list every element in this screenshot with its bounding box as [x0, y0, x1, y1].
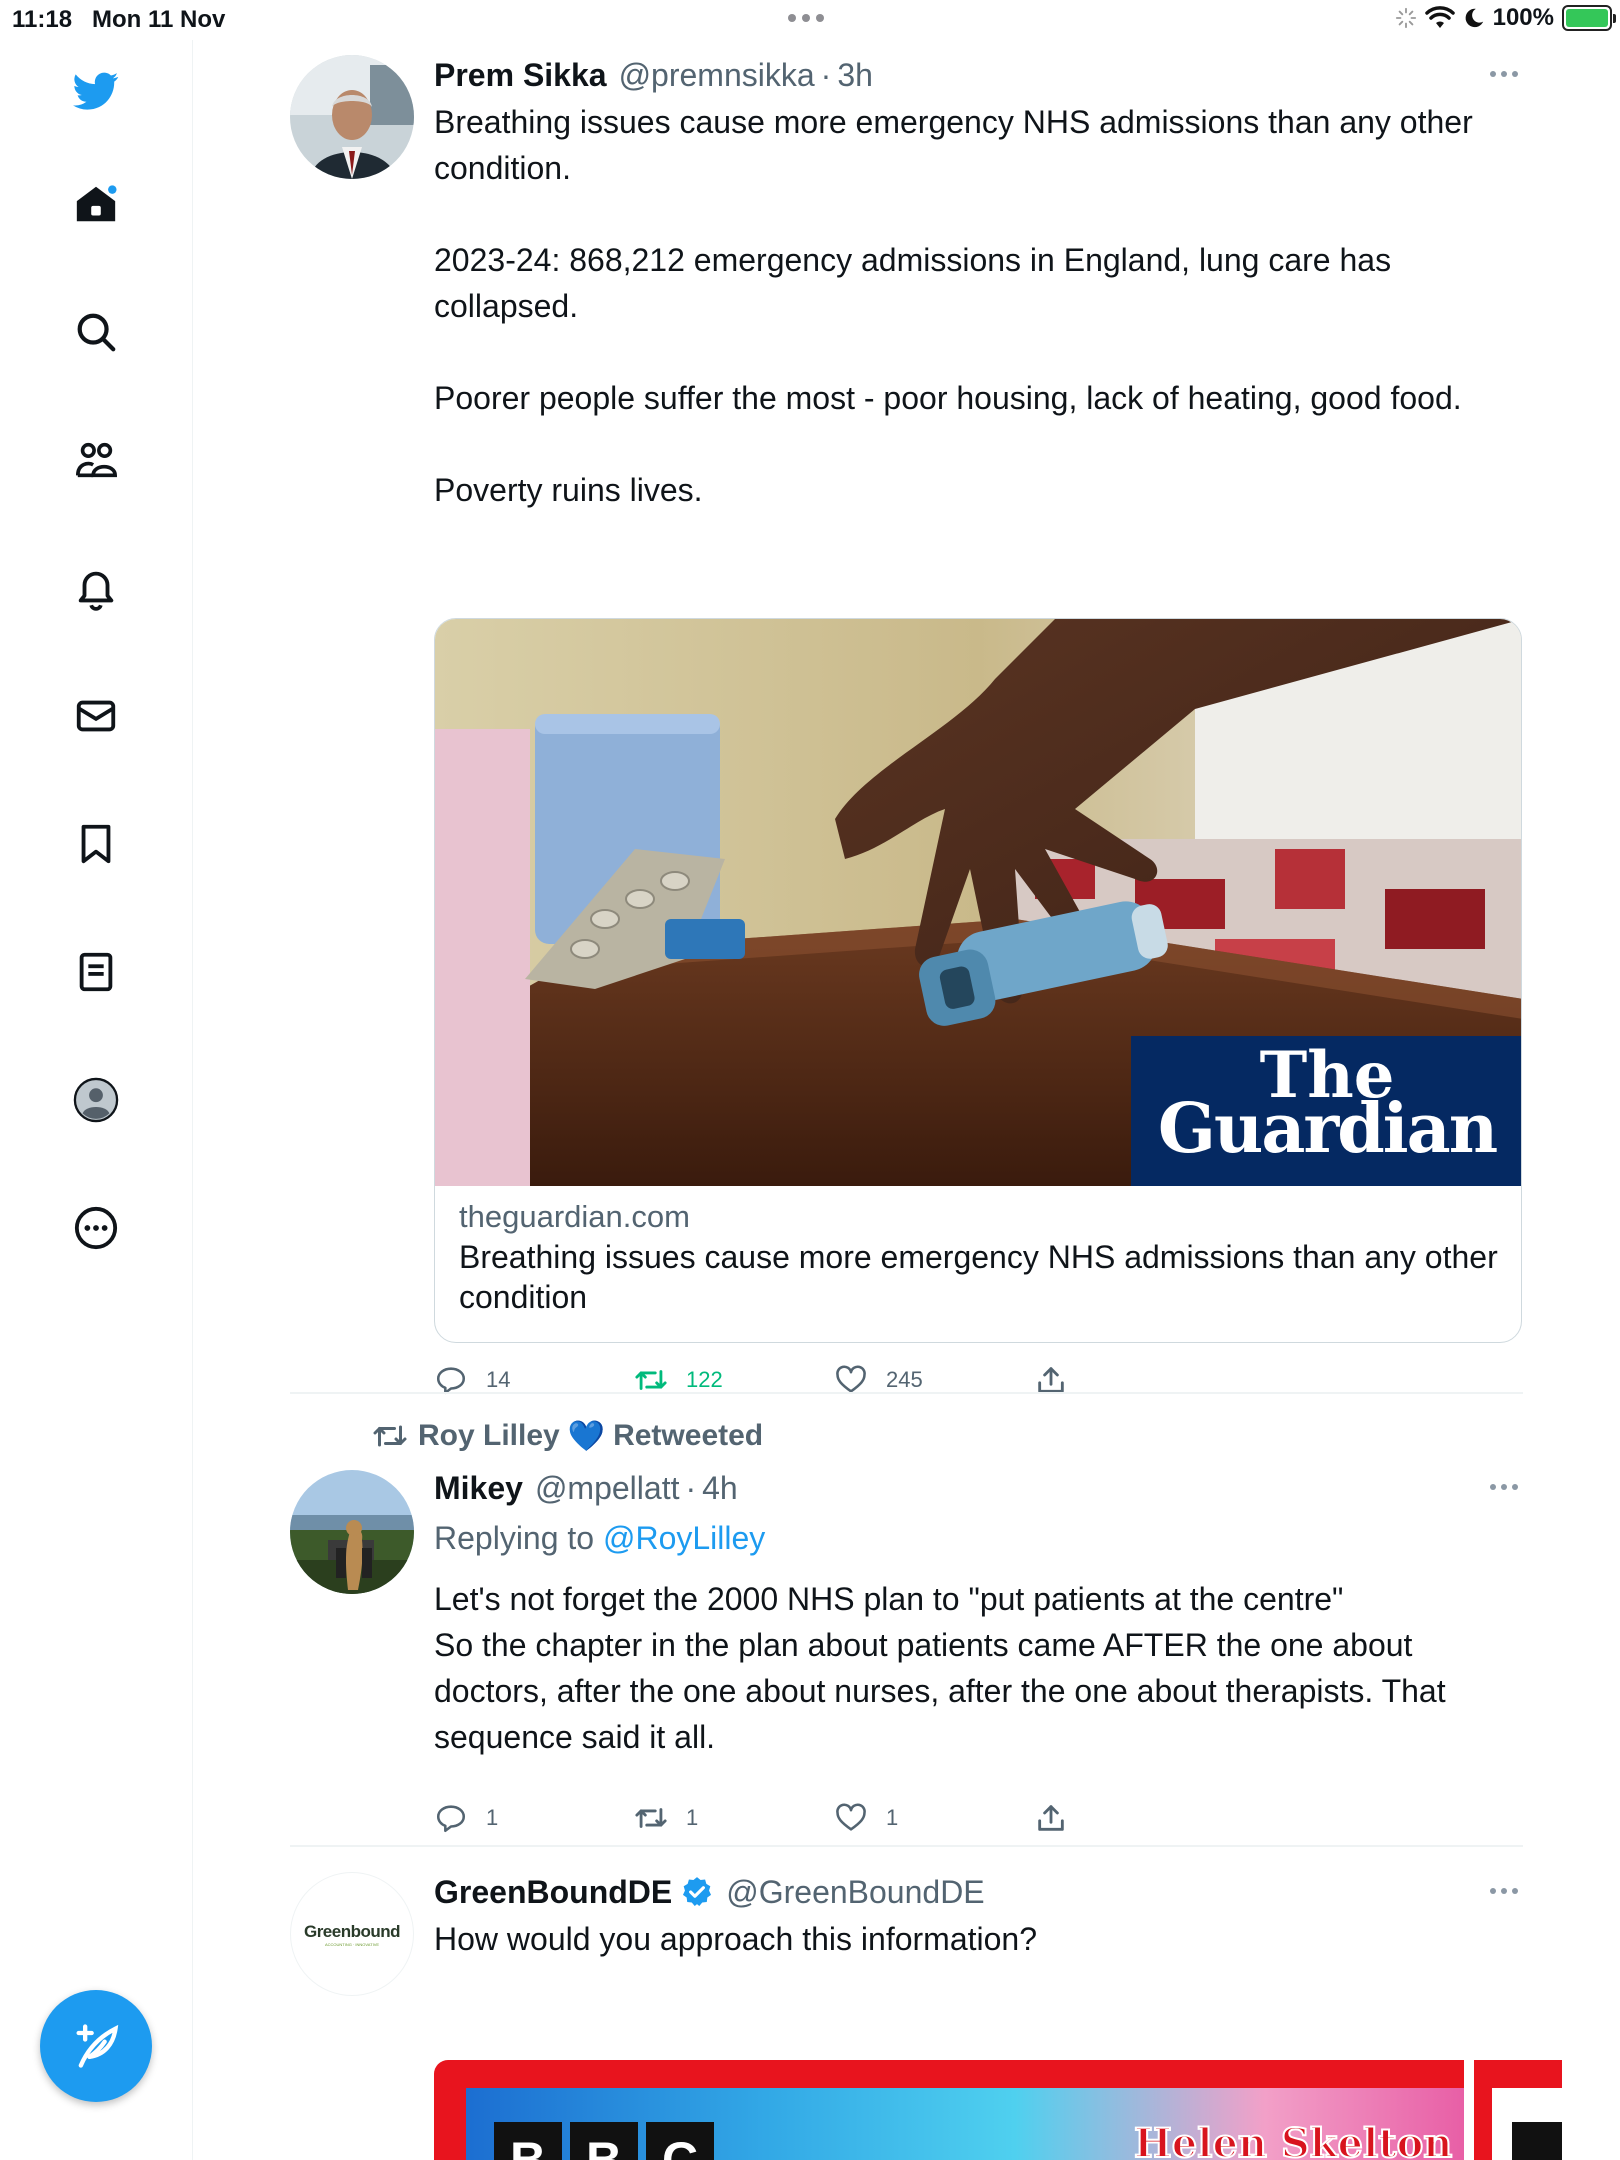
more-options-icon[interactable] — [1484, 1472, 1524, 1502]
profile-icon[interactable] — [60, 1064, 132, 1136]
link-card-title: Breathing issues cause more emergency NH… — [459, 1239, 1498, 1315]
bookmark-icon[interactable] — [60, 808, 132, 880]
replying-to-prefix: Replying to — [434, 1520, 595, 1556]
retweet-context[interactable]: Roy Lilley 💙 Retweeted — [370, 1418, 763, 1454]
tweet-actions: 14 122 245 — [434, 1358, 1134, 1402]
moon-icon — [1465, 8, 1483, 28]
tweet-text: Breathing issues cause more emergency NH… — [434, 104, 1473, 508]
share-button[interactable] — [1034, 1796, 1068, 1840]
tweet-text: How would you approach this information? — [434, 1921, 1037, 1957]
status-time: 11:18 — [12, 6, 73, 33]
retweet-context-icon — [373, 1425, 407, 1447]
search-icon[interactable] — [60, 296, 132, 368]
wifi-icon — [1424, 6, 1455, 28]
retweet-count: 122 — [686, 1367, 723, 1392]
like-count: 1 — [886, 1805, 899, 1830]
tweet-divider — [290, 1392, 1523, 1394]
reply-button[interactable]: 1 — [434, 1796, 498, 1840]
avatar-logo-subtext: ACCOUNTING · INNOVATIVE — [324, 1941, 380, 1947]
status-bar: 11:18 Mon 11 Nov 100% — [0, 0, 1620, 40]
loading-spinner-icon — [1395, 7, 1416, 29]
retweet-button[interactable]: 1 — [634, 1796, 698, 1840]
guardian-logo: The Guardian — [1131, 1036, 1521, 1186]
tweet-text: Let's not forget the 2000 NHS plan to "p… — [434, 1581, 1446, 1755]
battery-percent: 100% — [1492, 4, 1554, 31]
status-right: 100% — [1395, 4, 1616, 32]
messages-mail-icon[interactable] — [60, 680, 132, 752]
separator-dot: · — [685, 1470, 697, 1506]
author-handle[interactable]: @GreenBoundDE — [726, 1872, 984, 1912]
more-icon[interactable] — [60, 1192, 132, 1264]
share-icon — [1038, 1805, 1064, 1831]
tweet-time[interactable]: 4h — [702, 1468, 738, 1508]
home-icon[interactable] — [60, 168, 132, 240]
compose-feather-icon — [76, 2024, 119, 2068]
more-options-icon[interactable] — [1484, 59, 1524, 89]
lists-icon[interactable] — [60, 936, 132, 1008]
heart-icon — [836, 1803, 866, 1831]
retweet-button[interactable]: 122 — [634, 1358, 723, 1402]
avatar[interactable] — [290, 55, 414, 179]
share-button[interactable] — [1034, 1358, 1068, 1402]
multitasking-dots-icon[interactable] — [788, 14, 824, 22]
tweet-divider — [290, 1845, 1523, 1847]
link-card-image: The Guardian — [435, 619, 1521, 1186]
link-card[interactable]: The Guardian theguardian.com Breathing i… — [434, 618, 1522, 1343]
retweet-icon — [635, 1808, 667, 1828]
avatar-logo-text: Greenbound — [303, 1921, 401, 1941]
avatar[interactable] — [290, 1470, 414, 1594]
sidebar-nav — [0, 40, 193, 2160]
author-name[interactable]: Prem Sikka — [434, 55, 607, 95]
more-options-icon[interactable] — [1484, 1876, 1524, 1906]
like-button[interactable]: 245 — [834, 1358, 923, 1402]
guardian-logo-line2: Guardian — [1157, 1089, 1498, 1169]
verified-badge-icon — [683, 1877, 712, 1907]
notifications-bell-icon[interactable] — [60, 552, 132, 624]
bbc-logo: B B C — [494, 2122, 714, 2160]
like-button[interactable]: 1 — [834, 1796, 898, 1840]
separator-dot: · — [820, 57, 832, 93]
compose-tweet-button[interactable] — [40, 1990, 152, 2102]
avatar[interactable]: Greenbound ACCOUNTING · INNOVATIVE — [290, 1872, 414, 1996]
reply-count: 14 — [486, 1367, 511, 1392]
media-caption: Helen Skelton — [1133, 2119, 1453, 2160]
author-handle[interactable]: @mpellatt — [535, 1468, 680, 1508]
link-card-domain: theguardian.com — [459, 1199, 690, 1234]
blue-heart-emoji: 💙 — [567, 1419, 606, 1453]
like-count: 245 — [886, 1367, 923, 1392]
author-name[interactable]: Mikey — [434, 1468, 523, 1508]
replying-to-mention[interactable]: @RoyLilley — [603, 1520, 765, 1556]
retweeted-by-name[interactable]: Roy Lilley — [418, 1419, 560, 1453]
twitter-bird-icon[interactable] — [60, 55, 132, 127]
communities-icon[interactable] — [60, 424, 132, 496]
reply-count: 1 — [486, 1805, 499, 1830]
tweet-media[interactable]: B B C Helen Skelton — [434, 2060, 1562, 2160]
tweet-actions: 1 1 1 — [434, 1796, 1134, 1840]
reply-icon — [436, 1805, 466, 1833]
tweet-time[interactable]: 3h — [837, 55, 873, 95]
author-name[interactable]: GreenBoundDE — [434, 1872, 672, 1912]
retweet-count: 1 — [686, 1805, 699, 1830]
replying-to: Replying to @RoyLilley — [434, 1518, 1524, 1558]
status-date: Mon 11 Nov — [92, 6, 226, 33]
retweeted-label: Retweeted — [613, 1419, 764, 1452]
battery-icon — [1562, 5, 1616, 31]
author-handle[interactable]: @premnsikka — [619, 55, 815, 95]
reply-button[interactable]: 14 — [434, 1358, 510, 1402]
